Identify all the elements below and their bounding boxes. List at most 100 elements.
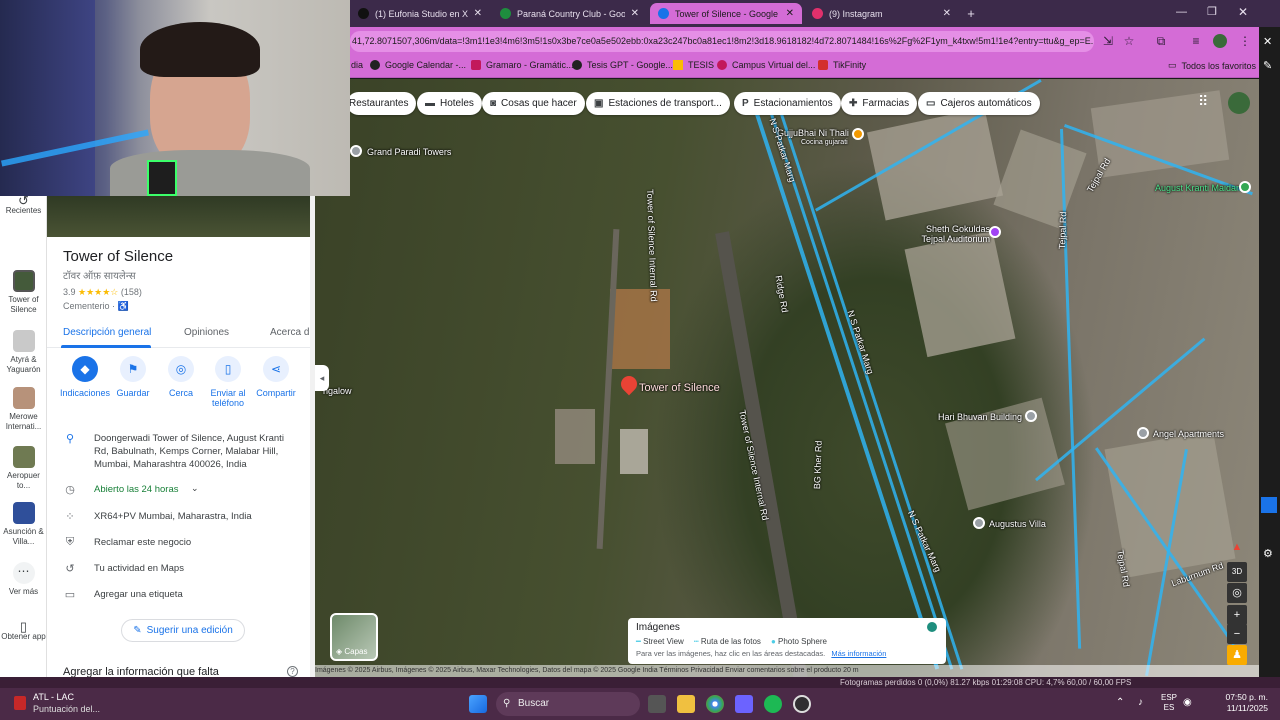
add-missing-info[interactable]: Agregar la información que falta [63, 666, 219, 677]
suggest-edit-button[interactable]: ✎ Sugerir una edición [121, 619, 245, 642]
browser-tab-3-active[interactable]: Tower of Silence - Google Maps ✕ [650, 3, 802, 24]
place-hero-photo[interactable] [47, 196, 310, 237]
rail-item-aeropuerto[interactable]: Aeropuer to... [0, 446, 47, 491]
chip-things-to-do[interactable]: ◙ Cosas que hacer [482, 92, 585, 115]
browser-tab-1[interactable]: (1) Eufonia Studio en X: "Squid ✕ [350, 3, 490, 24]
place-category[interactable]: Cementerio · ♿ [63, 301, 129, 312]
install-app-icon[interactable]: ⇲ [1101, 34, 1115, 48]
all-bookmarks[interactable]: ▭ Todos los favoritos [1168, 60, 1256, 71]
bookmark-item[interactable]: Gramaro - Gramátic... [471, 60, 574, 70]
help-icon[interactable]: ? [287, 666, 298, 677]
tray-chevron-icon[interactable]: ⌃ [1116, 697, 1124, 708]
rail-recent[interactable]: ↺ Recientes [0, 194, 47, 216]
bookmark-item[interactable]: Campus Virtual del... [717, 60, 815, 70]
my-location-icon[interactable]: ◎ [1227, 583, 1247, 603]
place-rating[interactable]: 3.9 ★★★★☆ (158) [63, 287, 142, 298]
spotify-icon[interactable] [764, 695, 782, 713]
bookmark-item[interactable]: Google Calendar -... [370, 60, 466, 70]
map-label-august-kranti[interactable]: August Kranti Maidan [1155, 183, 1241, 193]
browser-tab-2[interactable]: Paraná Country Club - Google ✕ [492, 3, 647, 24]
bookmark-star-icon[interactable]: ☆ [1122, 34, 1136, 48]
new-tab-button[interactable]: + [963, 6, 979, 22]
extensions-icon[interactable]: ⧉ [1154, 34, 1168, 48]
pegman-icon[interactable]: ♟ [1227, 645, 1247, 665]
tab-overview[interactable]: Descripción general [63, 327, 151, 338]
clock[interactable]: 07:50 p. m. 11/11/2025 [1210, 692, 1268, 714]
map-label-grand-paradi[interactable]: Grand Paradi Towers [367, 147, 451, 157]
network-icon[interactable]: ◉ [1183, 697, 1192, 708]
map-label-tower-of-silence[interactable]: Tower of Silence [639, 382, 720, 394]
chip-transit[interactable]: ▣ Estaciones de transport... [586, 92, 730, 115]
map-label-sheth-gokuldas[interactable]: Sheth Gokuldas Tejpal Auditorium [920, 224, 990, 244]
building-pin-icon[interactable] [1025, 410, 1037, 422]
taskbar-search[interactable]: ⚲ Buscar [496, 692, 640, 716]
close-tab-icon[interactable]: ✕ [474, 8, 482, 19]
imagery-toggle[interactable] [927, 622, 937, 632]
close-window-button[interactable]: ✕ [1238, 5, 1248, 19]
close-tab-icon[interactable]: ✕ [943, 8, 951, 19]
rail-item-tower[interactable]: Tower of Silence [0, 270, 47, 315]
more-info-link[interactable]: Más información [831, 649, 886, 658]
close-tab-icon[interactable]: ✕ [786, 8, 794, 19]
panel-scrollbar[interactable] [310, 196, 315, 677]
3d-toggle[interactable]: 3D [1227, 562, 1247, 582]
task-view-icon[interactable] [648, 695, 666, 713]
rail-get-app[interactable]: ▯ Obtener app [0, 620, 47, 642]
minimize-button[interactable]: — [1176, 6, 1187, 18]
bookmark-item[interactable]: dia [351, 60, 363, 70]
close-tab-icon[interactable]: ✕ [631, 8, 639, 19]
account-avatar[interactable] [1228, 92, 1250, 114]
plus-code-row[interactable]: ⁘ XR64+PV Mumbai, Maharastra, India [47, 510, 310, 524]
chip-pharmacies[interactable]: ✚ Farmacias [841, 92, 918, 115]
rail-more[interactable]: ⋯ Ver más [0, 562, 47, 597]
side-panel-tab[interactable] [1261, 497, 1277, 513]
windows-start-icon[interactable] [469, 695, 487, 713]
bookmark-item[interactable]: Tesis GPT - Google... [572, 60, 673, 70]
address-row[interactable]: ⚲ Doongerwadi Tower of Silence, August K… [47, 432, 310, 472]
microphone-icon[interactable]: ♪ [1138, 697, 1143, 708]
zoom-out-button[interactable]: − [1227, 624, 1247, 644]
notification-app-icon[interactable] [14, 696, 26, 710]
layers-button[interactable]: ◈ Capas [330, 613, 378, 661]
apps-grid-icon[interactable]: ⠿ [1198, 93, 1218, 113]
obs-icon[interactable] [793, 695, 811, 713]
map-label-gujjubhai[interactable]: GujjuBhai Ni Thali [777, 128, 849, 138]
claim-row[interactable]: ⛨ Reclamar este negocio [47, 536, 310, 550]
restaurant-pin-icon[interactable] [852, 128, 864, 140]
bookmark-item[interactable]: TikFinity [818, 60, 866, 70]
map-label-augustus-villa[interactable]: Augustus Villa [989, 519, 1046, 529]
profile-avatar[interactable] [1213, 34, 1227, 48]
zoom-in-button[interactable]: + [1227, 605, 1247, 625]
hours-row[interactable]: ◷ Abierto las 24 horas ⌄ [47, 483, 310, 497]
bookmark-item[interactable]: TESIS [673, 60, 714, 70]
media-icon[interactable]: ≡ [1189, 34, 1203, 48]
label-row[interactable]: ▭ Agregar una etiqueta [47, 588, 310, 602]
close-side-panel-icon[interactable]: ✕ [1263, 35, 1272, 48]
chevron-down-icon[interactable]: ⌄ [191, 483, 199, 494]
input-language[interactable]: ESP ES [1161, 693, 1177, 713]
park-pin-icon[interactable] [1239, 181, 1251, 193]
rail-item-merowe[interactable]: Merowe Internati... [0, 387, 47, 432]
maximize-button[interactable]: ❐ [1207, 5, 1217, 18]
theater-pin-icon[interactable] [989, 226, 1001, 238]
app-icon[interactable] [735, 695, 753, 713]
tab-reviews[interactable]: Opiniones [184, 327, 229, 338]
chrome-icon[interactable] [706, 695, 724, 713]
browser-tab-4[interactable]: (9) Instagram ✕ [804, 3, 959, 24]
building-pin-icon[interactable] [350, 145, 362, 157]
chip-hotels[interactable]: ▬ Hoteles [417, 92, 482, 115]
browser-menu-icon[interactable]: ⋮ [1238, 34, 1252, 48]
rail-item-asuncion[interactable]: Asunción & Villa... [0, 502, 47, 547]
map-label-angel-apartments[interactable]: Angel Apartments [1153, 429, 1224, 439]
building-pin-icon[interactable] [973, 517, 985, 529]
map-label-hari-bhuvan[interactable]: Hari Bhuvan Building [938, 412, 1022, 422]
chip-parking[interactable]: P Estacionamientos [734, 92, 841, 115]
chip-atms[interactable]: ▭ Cajeros automáticos [918, 92, 1040, 115]
file-explorer-icon[interactable] [677, 695, 695, 713]
activity-row[interactable]: ↺ Tu actividad en Maps [47, 562, 310, 576]
collapse-panel-handle[interactable]: ◂ [315, 365, 329, 391]
selected-place-pin-icon[interactable] [617, 372, 641, 396]
tab-about[interactable]: Acerca d [270, 327, 309, 338]
share-button[interactable]: ⋖ Compartir [248, 356, 304, 398]
rail-item-atyra[interactable]: Atyrá & Yaguarón [0, 330, 47, 375]
